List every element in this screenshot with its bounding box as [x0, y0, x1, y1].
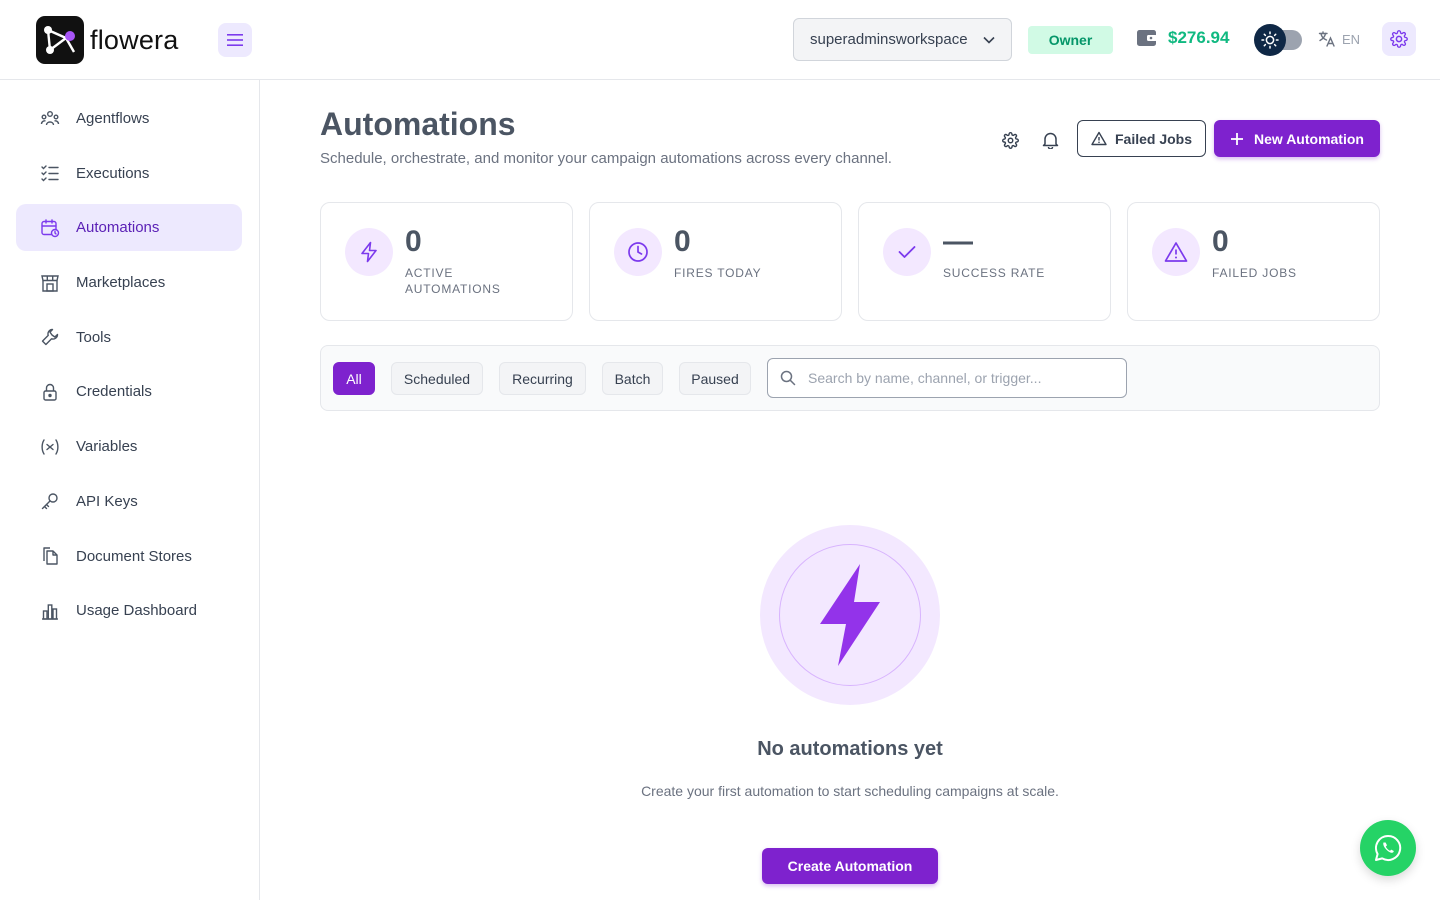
store-icon — [40, 273, 60, 293]
automation-settings-button[interactable] — [998, 128, 1022, 152]
toggle-knob — [1254, 24, 1286, 56]
filter-chip-batch[interactable]: Batch — [602, 362, 663, 395]
sidebar-item-label: Document Stores — [76, 547, 192, 565]
chevron-down-icon — [983, 36, 995, 44]
sidebar-item-label: Agentflows — [76, 110, 150, 127]
stat-label: FAILED JOBS — [1212, 266, 1297, 280]
notifications-button[interactable] — [1038, 128, 1062, 152]
sidebar-item-agentflows[interactable]: Agentflows — [16, 95, 242, 142]
language-switcher[interactable]: EN — [1318, 30, 1360, 48]
theme-toggle[interactable] — [1254, 24, 1304, 56]
empty-state-ring — [779, 544, 921, 686]
check-icon — [883, 228, 931, 276]
sidebar: Agentflows Executions Automations Market… — [0, 80, 260, 900]
empty-state-illustration — [760, 525, 940, 705]
create-automation-button[interactable]: Create Automation — [762, 848, 938, 884]
empty-state-title: No automations yet — [757, 738, 943, 760]
sidebar-item-marketplaces[interactable]: Marketplaces — [16, 259, 242, 306]
role-badge: Owner — [1028, 26, 1113, 54]
sidebar-item-api-keys[interactable]: API Keys — [16, 478, 242, 525]
sidebar-item-executions[interactable]: Executions — [16, 150, 242, 197]
sidebar-item-automations[interactable]: Automations — [16, 204, 242, 252]
files-icon — [40, 546, 60, 566]
sidebar-item-label: Executions — [76, 164, 150, 182]
bolt-icon — [820, 564, 880, 666]
stat-value: 0 — [1212, 225, 1229, 258]
sun-icon — [1261, 31, 1279, 49]
sidebar-item-label: API Keys — [76, 492, 138, 510]
clock-icon — [614, 228, 662, 276]
flowera-logo-icon — [36, 16, 84, 64]
plus-icon — [1231, 132, 1244, 145]
page-subtitle: Schedule, orchestrate, and monitor your … — [320, 150, 892, 167]
gear-icon — [1390, 30, 1408, 48]
lock-icon — [40, 382, 60, 402]
menu-toggle-button[interactable] — [218, 23, 252, 57]
gear-icon — [1001, 131, 1019, 149]
new-automation-button[interactable]: New Automation — [1214, 120, 1380, 157]
search-field[interactable] — [767, 358, 1127, 398]
top-bar: flowera superadminsworkspace Owner $276.… — [0, 0, 1440, 80]
variable-icon — [40, 437, 60, 457]
list-check-icon — [40, 163, 60, 183]
filter-chip-paused[interactable]: Paused — [679, 362, 751, 395]
translate-icon — [1318, 31, 1335, 47]
sidebar-item-usage-dashboard[interactable]: Usage Dashboard — [16, 587, 242, 634]
sidebar-item-variables[interactable]: Variables — [16, 423, 242, 470]
stat-label: SUCCESS RATE — [943, 266, 1046, 280]
workspace-name: superadminsworkspace — [810, 31, 968, 48]
empty-state-description: Create your first automation to start sc… — [641, 783, 1059, 799]
warning-icon — [1152, 228, 1200, 276]
settings-button[interactable] — [1382, 22, 1416, 56]
page-title: Automations — [320, 106, 516, 142]
sidebar-item-label: Automations — [76, 219, 160, 237]
filter-chip-all[interactable]: All — [333, 362, 375, 395]
sidebar-item-label: Credentials — [76, 383, 152, 401]
sidebar-item-label: Marketplaces — [76, 274, 166, 292]
brand-logo[interactable]: flowera — [36, 16, 178, 64]
calendar-clock-icon — [40, 218, 60, 238]
stat-card-failed-jobs: 0 FAILED JOBS — [1127, 202, 1380, 321]
failed-jobs-label: Failed Jobs — [1114, 130, 1193, 147]
bar-chart-icon — [40, 601, 60, 621]
stat-value: 0 — [405, 225, 422, 258]
key-icon — [40, 491, 60, 511]
search-icon — [768, 370, 808, 386]
search-input[interactable] — [808, 370, 1108, 386]
sidebar-item-document-stores[interactable]: Document Stores — [16, 533, 242, 580]
language-code: EN — [1342, 31, 1361, 47]
bell-icon — [1042, 132, 1058, 149]
stat-card-active-automations: 0 ACTIVE AUTOMATIONS — [320, 202, 573, 321]
workspace-select[interactable]: superadminsworkspace — [793, 18, 1012, 61]
sidebar-item-label: Variables — [76, 438, 138, 456]
sidebar-item-tools[interactable]: Tools — [16, 314, 242, 361]
bolt-icon — [345, 228, 393, 276]
filter-chip-scheduled[interactable]: Scheduled — [391, 362, 483, 395]
filter-chip-recurring[interactable]: Recurring — [499, 362, 586, 395]
stat-card-success-rate: — SUCCESS RATE — [858, 202, 1111, 321]
stat-value: 0 — [674, 225, 691, 258]
sidebar-item-label: Usage Dashboard — [76, 602, 197, 620]
stat-card-fires-today: 0 FIRES TODAY — [589, 202, 842, 321]
stat-label: FIRES TODAY — [674, 266, 762, 280]
filter-bar: All Scheduled Recurring Batch Paused — [320, 345, 1380, 411]
wallet-amount: $276.94 — [1168, 28, 1230, 47]
hamburger-icon — [227, 34, 243, 46]
whatsapp-icon — [1375, 834, 1402, 861]
warning-icon — [1091, 131, 1107, 146]
brand-name: flowera — [90, 24, 179, 55]
sidebar-item-credentials[interactable]: Credentials — [16, 368, 242, 415]
stat-value: — — [943, 225, 973, 258]
wallet-balance[interactable]: $276.94 — [1136, 28, 1229, 48]
new-automation-label: New Automation — [1254, 130, 1364, 147]
main-content: Automations Schedule, orchestrate, and m… — [260, 80, 1440, 900]
agentflows-icon — [40, 109, 60, 129]
whatsapp-chat-button[interactable] — [1360, 820, 1416, 876]
failed-jobs-button[interactable]: Failed Jobs — [1077, 120, 1206, 157]
sidebar-item-label: Tools — [76, 328, 112, 346]
wallet-icon — [1137, 30, 1157, 46]
stat-label: ACTIVE AUTOMATIONS — [405, 266, 501, 296]
wrench-icon — [40, 327, 60, 347]
